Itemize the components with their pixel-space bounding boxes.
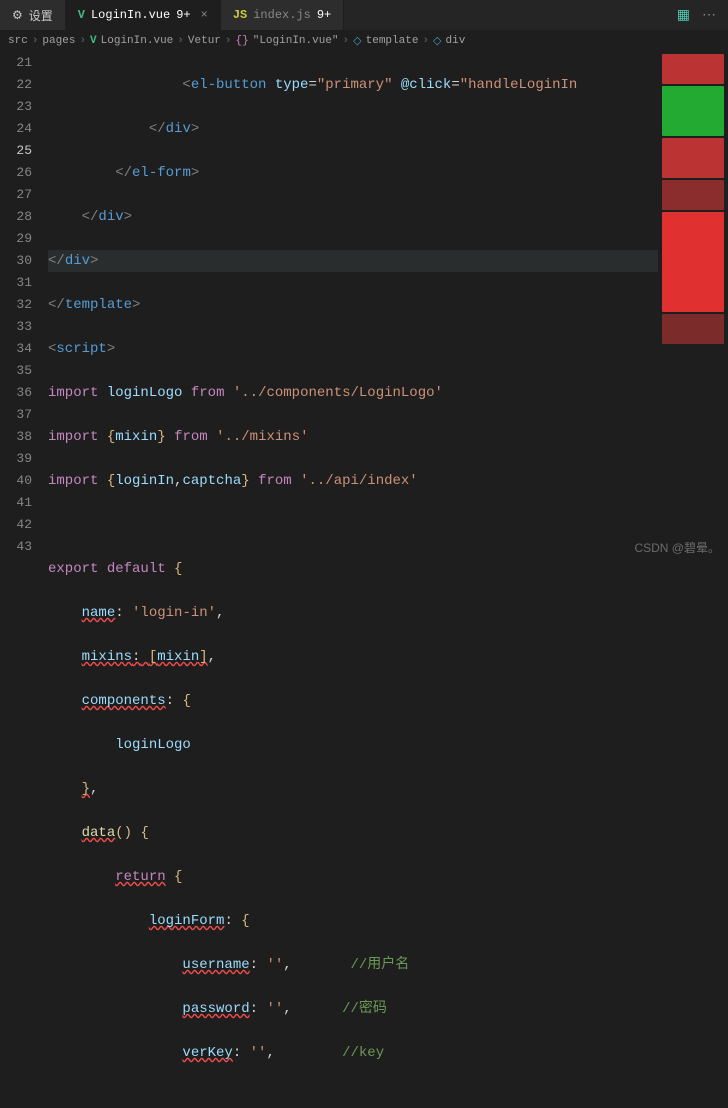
bc-item[interactable]: template — [366, 35, 419, 47]
code-line[interactable]: verKey: '', //key — [48, 1042, 658, 1064]
tab-loginin-vue[interactable]: V LoginIn.vue 9+ × — [66, 0, 221, 30]
code-line[interactable]: import loginLogo from '../components/Log… — [48, 382, 658, 404]
tab-bar: ⚙ 设置 V LoginIn.vue 9+ × JS index.js 9+ ▦… — [0, 0, 728, 30]
code-line[interactable]: </div> — [48, 118, 658, 140]
line-number: 35 — [0, 360, 32, 382]
code-line[interactable]: password: '', //密码 — [48, 998, 658, 1020]
code-line[interactable]: return { — [48, 866, 658, 888]
tab-label: 设置 — [29, 7, 53, 24]
code-area[interactable]: <el-button type="primary" @click="handle… — [48, 52, 658, 560]
titlebar-right: ▦ ⋯ — [677, 0, 728, 30]
line-number: 25 — [0, 140, 32, 162]
code-line[interactable]: export default { — [48, 558, 658, 580]
minimap-region — [662, 54, 724, 84]
minimap-region — [662, 212, 724, 312]
line-number: 36 — [0, 382, 32, 404]
code-line[interactable]: }, — [48, 778, 658, 800]
code-line[interactable] — [48, 514, 658, 536]
bc-item[interactable]: pages — [42, 35, 75, 47]
tag-icon: ◇ — [433, 34, 441, 48]
chevron-right-icon: › — [225, 35, 232, 47]
close-icon[interactable]: × — [201, 8, 208, 22]
line-number: 23 — [0, 96, 32, 118]
line-number: 33 — [0, 316, 32, 338]
line-gutter: 21 22 23 24 25 26 27 28 29 30 31 32 33 3… — [0, 52, 48, 560]
bc-item[interactable]: div — [446, 35, 466, 47]
bc-item[interactable]: src — [8, 35, 28, 47]
minimap[interactable] — [658, 52, 728, 560]
line-number: 39 — [0, 448, 32, 470]
bc-item[interactable]: LoginIn.vue — [101, 35, 174, 47]
chevron-right-icon: › — [177, 35, 184, 47]
tab-index-js[interactable]: JS index.js 9+ — [221, 0, 344, 30]
gear-icon: ⚙ — [12, 8, 23, 23]
tag-icon: ◇ — [353, 34, 361, 48]
line-number: 29 — [0, 228, 32, 250]
chevron-right-icon: › — [32, 35, 39, 47]
code-line[interactable]: import {loginIn,captcha} from '../api/in… — [48, 470, 658, 492]
code-line[interactable]: loginForm: { — [48, 910, 658, 932]
line-number: 28 — [0, 206, 32, 228]
line-number: 30 — [0, 250, 32, 272]
line-number: 22 — [0, 74, 32, 96]
tab-modified-badge: 9+ — [317, 8, 331, 22]
more-icon[interactable]: ⋯ — [702, 7, 716, 24]
tab-settings[interactable]: ⚙ 设置 — [0, 0, 66, 30]
code-line[interactable]: data() { — [48, 822, 658, 844]
code-line[interactable]: <el-button type="primary" @click="handle… — [48, 74, 658, 96]
minimap-region — [662, 138, 724, 178]
vue-icon: V — [90, 35, 97, 47]
braces-icon: {} — [236, 35, 249, 47]
minimap-region — [662, 314, 724, 344]
code-line[interactable]: loginLogo — [48, 734, 658, 756]
line-number: 31 — [0, 272, 32, 294]
chevron-right-icon: › — [422, 35, 429, 47]
grid-icon[interactable]: ▦ — [677, 7, 690, 24]
js-icon: JS — [233, 8, 247, 22]
line-number: 32 — [0, 294, 32, 316]
bc-item[interactable]: Vetur — [188, 35, 221, 47]
line-number: 41 — [0, 492, 32, 514]
code-line[interactable]: </div> — [48, 206, 658, 228]
code-line[interactable]: name: 'login-in', — [48, 602, 658, 624]
vue-icon: V — [78, 8, 85, 22]
minimap-region — [662, 86, 724, 136]
breadcrumb[interactable]: src › pages › V LoginIn.vue › Vetur › {}… — [0, 30, 728, 52]
editor[interactable]: 21 22 23 24 25 26 27 28 29 30 31 32 33 3… — [0, 52, 658, 560]
tab-label: index.js — [253, 8, 311, 22]
line-number: 38 — [0, 426, 32, 448]
line-number: 37 — [0, 404, 32, 426]
chevron-right-icon: › — [343, 35, 350, 47]
line-number: 24 — [0, 118, 32, 140]
line-number: 27 — [0, 184, 32, 206]
line-number: 43 — [0, 536, 32, 558]
code-line[interactable]: components: { — [48, 690, 658, 712]
code-line[interactable]: </template> — [48, 294, 658, 316]
line-number: 40 — [0, 470, 32, 492]
code-line[interactable]: </div> — [48, 250, 658, 272]
code-line[interactable]: username: '', //用户名 — [48, 954, 658, 976]
watermark: CSDN @碧晕。 — [634, 539, 720, 556]
code-line[interactable]: import {mixin} from '../mixins' — [48, 426, 658, 448]
line-number: 34 — [0, 338, 32, 360]
tab-modified-badge: 9+ — [176, 8, 190, 22]
line-number: 21 — [0, 52, 32, 74]
code-line[interactable]: mixins: [mixin], — [48, 646, 658, 668]
minimap-region — [662, 180, 724, 210]
line-number: 26 — [0, 162, 32, 184]
code-line[interactable]: </el-form> — [48, 162, 658, 184]
bc-item[interactable]: "LoginIn.vue" — [253, 35, 339, 47]
tab-label: LoginIn.vue — [91, 8, 170, 22]
line-number: 42 — [0, 514, 32, 536]
code-line[interactable]: <script> — [48, 338, 658, 360]
chevron-right-icon: › — [79, 35, 86, 47]
